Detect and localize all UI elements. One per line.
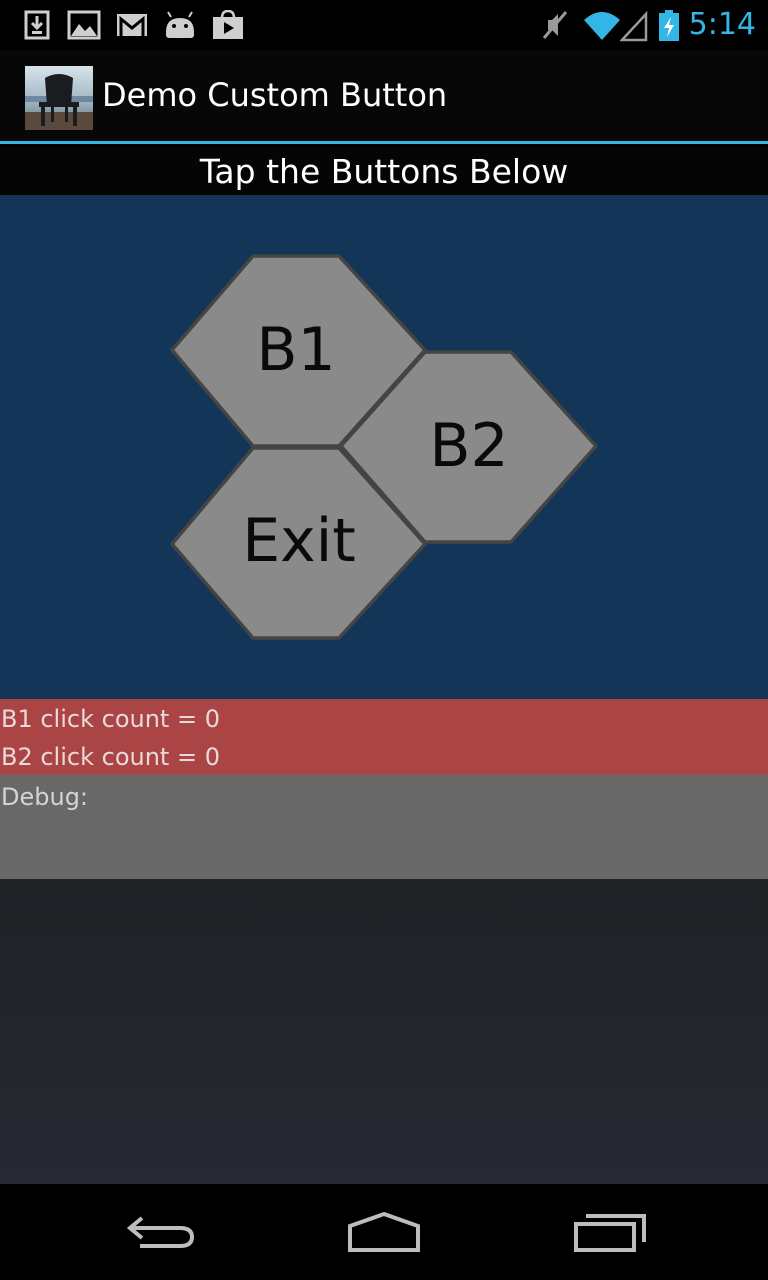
empty-content-area	[0, 879, 768, 1184]
exit-label: Exit	[242, 506, 356, 576]
clock: 5:14	[688, 7, 756, 42]
play-store-icon	[213, 10, 243, 39]
hex-button-area: B1 B2 Exit	[0, 195, 768, 699]
b2-click-count: B2 click count = 0	[1, 743, 220, 771]
app-title: Demo Custom Button	[102, 76, 448, 114]
hex-buttons-canvas: B1 B2 Exit	[169, 254, 599, 640]
b1-click-count: B1 click count = 0	[1, 705, 220, 733]
home-icon[interactable]	[334, 1204, 434, 1260]
signal-icon	[620, 10, 648, 42]
adirondack-chair-photo-icon[interactable]	[25, 66, 93, 130]
gmail-icon	[117, 14, 147, 36]
wifi-icon	[584, 12, 620, 40]
mute-icon	[542, 11, 568, 39]
b1-label: B1	[256, 315, 335, 385]
action-bar: Demo Custom Button	[0, 50, 768, 144]
debug-panel: Debug:	[0, 775, 768, 879]
android-icon	[166, 11, 194, 38]
status-bar: 5:14	[0, 0, 768, 50]
instruction-header: Tap the Buttons Below	[0, 147, 768, 195]
back-icon[interactable]	[110, 1204, 210, 1260]
image-icon	[67, 10, 101, 40]
instruction-text: Tap the Buttons Below	[199, 152, 569, 191]
click-counts-panel: B1 click count = 0 B2 click count = 0	[0, 699, 768, 775]
debug-label: Debug:	[1, 783, 89, 811]
b2-label: B2	[429, 411, 508, 481]
download-icon	[24, 10, 50, 40]
battery-charging-icon	[659, 10, 679, 41]
navigation-bar	[0, 1184, 768, 1280]
recent-apps-icon[interactable]	[560, 1204, 660, 1260]
